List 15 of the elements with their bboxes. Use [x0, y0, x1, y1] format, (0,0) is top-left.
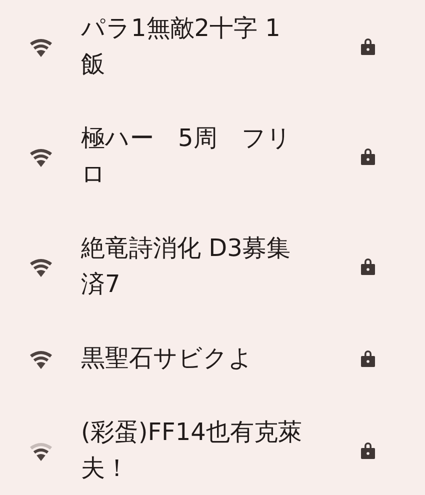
- lock-icon: [361, 257, 375, 275]
- network-name: パラ1無敵2十字 1飯: [81, 13, 282, 80]
- network-name: 絶竜詩消化 D3募集済7: [81, 233, 292, 300]
- network-name: (彩蛋)FF14也有克萊夫！: [81, 417, 302, 484]
- network-name: 極ハー 5周 フリロ: [81, 123, 292, 190]
- network-item[interactable]: 絶竜詩消化 D3募集済7: [0, 211, 425, 321]
- lock-icon: [361, 441, 375, 459]
- network-name: 黒聖石サビクよ: [81, 343, 254, 374]
- lock-icon: [361, 349, 375, 367]
- lock-icon: [361, 37, 375, 55]
- network-item[interactable]: パラ1無敵2十字 1飯: [0, 0, 425, 101]
- network-item[interactable]: 極ハー 5周 フリロ: [0, 101, 425, 211]
- lock-icon: [361, 147, 375, 165]
- network-item[interactable]: 黒聖石サビクよ: [0, 321, 425, 395]
- network-item[interactable]: (彩蛋)FF14也有克萊夫！: [0, 395, 425, 495]
